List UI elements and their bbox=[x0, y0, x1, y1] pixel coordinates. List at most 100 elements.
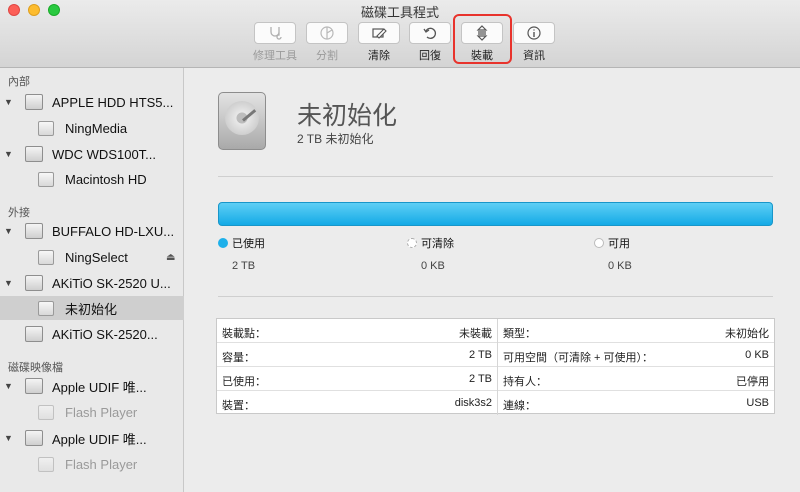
info-value: 0 KB bbox=[745, 349, 769, 361]
sidebar-item-volume[interactable]: Flash Player bbox=[0, 452, 184, 476]
sidebar-item-disk[interactable]: AKiTiO SK-2520... bbox=[0, 322, 184, 346]
info-icon[interactable] bbox=[513, 22, 555, 44]
legend-used-value: 2 TB bbox=[232, 260, 256, 272]
sidebar-item-volume[interactable]: Flash Player bbox=[0, 400, 184, 424]
info-label: 資訊 bbox=[523, 50, 545, 62]
sidebar-volume-label: NingSelect bbox=[65, 249, 128, 265]
volume-icon bbox=[38, 300, 54, 316]
legend-purgeable-label: 可清除 bbox=[421, 238, 454, 250]
info-value: 未初始化 bbox=[725, 328, 769, 340]
disclosure-triangle-icon[interactable]: ▼ bbox=[4, 226, 13, 236]
info-key: 已使用： bbox=[222, 376, 266, 388]
purgeable-dot-icon bbox=[407, 238, 417, 248]
sidebar-item-image[interactable]: ▼ Apple UDIF 唯... bbox=[0, 426, 184, 450]
info-value: USB bbox=[746, 397, 769, 409]
legend-free-label: 可用 bbox=[608, 238, 630, 250]
erase-label: 清除 bbox=[368, 50, 390, 62]
restore-tool[interactable]: 回復 bbox=[408, 22, 452, 63]
sidebar-item-volume[interactable]: NingSelect ⏏ bbox=[0, 245, 184, 269]
sidebar-item-selected-volume[interactable]: 未初始化 bbox=[0, 296, 184, 320]
restore-icon[interactable] bbox=[409, 22, 451, 44]
info-row: 容量： 2 TB bbox=[217, 343, 497, 367]
partition-icon[interactable] bbox=[306, 22, 348, 44]
partition-label: 分割 bbox=[316, 50, 338, 62]
info-value: disk3s2 bbox=[454, 397, 492, 409]
eject-icon[interactable]: ⏏ bbox=[166, 252, 175, 263]
info-tool[interactable]: 資訊 bbox=[512, 22, 556, 63]
info-row: 已使用： 2 TB bbox=[217, 367, 497, 391]
info-key: 可用空間（可清除 + 可使用）： bbox=[503, 352, 654, 364]
erase-icon[interactable] bbox=[358, 22, 400, 44]
legend-purgeable-value: 0 KB bbox=[421, 260, 445, 272]
info-key: 裝置： bbox=[222, 400, 255, 412]
sidebar-item-volume[interactable]: NingMedia bbox=[0, 116, 184, 140]
disclosure-triangle-icon[interactable]: ▼ bbox=[4, 149, 13, 159]
disk-image-icon bbox=[25, 430, 43, 446]
disclosure-triangle-icon[interactable]: ▼ bbox=[4, 278, 13, 288]
section-header-internal: 內部 bbox=[8, 76, 30, 88]
info-key: 連線： bbox=[503, 400, 536, 412]
disclosure-triangle-icon[interactable]: ▼ bbox=[4, 97, 13, 107]
disk-subtitle: 2 TB 未初始化 bbox=[297, 132, 374, 146]
sidebar-disk-label: APPLE HDD HTS5... bbox=[52, 94, 174, 110]
partition-tool[interactable]: 分割 bbox=[305, 22, 349, 63]
title-bar: 磁碟工具程式 修理工具 分割 清除 回復 裝載 資訊 bbox=[0, 0, 800, 68]
volume-icon bbox=[38, 456, 54, 472]
sidebar-item-disk[interactable]: ▼ WDC WDS100T... bbox=[0, 142, 184, 166]
info-value: 未裝載 bbox=[459, 328, 492, 340]
erase-tool[interactable]: 清除 bbox=[357, 22, 401, 63]
first-aid-tool[interactable]: 修理工具 bbox=[253, 22, 297, 63]
sidebar-disk-label: AKiTiO SK-2520... bbox=[52, 326, 158, 342]
info-row: 持有人： 已停用 bbox=[498, 367, 774, 391]
legend-purgeable: 可清除 0 KB bbox=[407, 234, 454, 272]
sidebar-item-disk[interactable]: ▼ AKiTiO SK-2520 U... bbox=[0, 271, 184, 295]
legend-used-label: 已使用 bbox=[232, 238, 265, 250]
sidebar-disk-label: AKiTiO SK-2520 U... bbox=[52, 275, 171, 291]
detail-pane: 未初始化 2 TB 未初始化 已使用 2 TB 可清除 0 KB 可用 0 KB… bbox=[185, 68, 800, 492]
info-value: 2 TB bbox=[468, 373, 492, 385]
hard-disk-large-icon bbox=[218, 92, 266, 150]
divider bbox=[218, 296, 773, 297]
info-row: 裝置： disk3s2 bbox=[217, 391, 497, 415]
free-dot-icon bbox=[594, 238, 604, 248]
external-disk-icon bbox=[25, 326, 43, 342]
info-left-column: 裝載點： 未裝載 容量： 2 TB 已使用： 2 TB 裝置： disk3s2 bbox=[217, 319, 497, 415]
info-row: 連線： USB bbox=[498, 391, 774, 415]
sidebar-item-volume[interactable]: Macintosh HD bbox=[0, 167, 184, 191]
disclosure-triangle-icon[interactable]: ▼ bbox=[4, 381, 13, 391]
info-value: 2 TB bbox=[468, 349, 492, 361]
sidebar-volume-label: Flash Player bbox=[65, 404, 138, 420]
first-aid-label: 修理工具 bbox=[253, 50, 297, 62]
sidebar-volume-label: 未初始化 bbox=[65, 301, 118, 317]
sidebar-volume-label: Flash Player bbox=[65, 456, 138, 472]
sidebar-disk-label: BUFFALO HD-LXU... bbox=[52, 223, 175, 239]
info-value: 已停用 bbox=[736, 376, 769, 388]
info-table: 裝載點： 未裝載 容量： 2 TB 已使用： 2 TB 裝置： disk3s2 類型： 未… bbox=[216, 318, 775, 415]
sidebar-volume-label: Macintosh HD bbox=[65, 171, 147, 187]
info-key: 容量： bbox=[222, 352, 255, 364]
restore-label: 回復 bbox=[419, 50, 441, 62]
sidebar-item-disk[interactable]: ▼ BUFFALO HD-LXU... bbox=[0, 219, 184, 243]
info-key: 持有人： bbox=[503, 376, 547, 388]
disk-title: 未初始化 bbox=[297, 102, 398, 130]
sidebar-disk-label: Apple UDIF 唯... bbox=[52, 431, 147, 447]
sidebar-disk-label: WDC WDS100T... bbox=[52, 146, 157, 162]
info-row: 可用空間（可清除 + 可使用）： 0 KB bbox=[498, 343, 774, 367]
volume-icon bbox=[38, 171, 54, 187]
section-header-external: 外接 bbox=[8, 207, 30, 219]
info-row: 類型： 未初始化 bbox=[498, 319, 774, 343]
legend-free-value: 0 KB bbox=[608, 260, 632, 272]
sidebar-item-disk[interactable]: ▼ APPLE HDD HTS5... bbox=[0, 90, 184, 114]
info-row: 裝載點： 未裝載 bbox=[217, 319, 497, 343]
usage-bar bbox=[218, 202, 773, 226]
disk-image-icon bbox=[25, 378, 43, 394]
info-key: 類型： bbox=[503, 328, 536, 340]
sidebar-item-image[interactable]: ▼ Apple UDIF 唯... bbox=[0, 374, 184, 398]
stethoscope-icon[interactable] bbox=[254, 22, 296, 44]
volume-icon bbox=[38, 120, 54, 136]
window-title: 磁碟工具程式 bbox=[360, 5, 439, 20]
disclosure-triangle-icon[interactable]: ▼ bbox=[4, 433, 13, 443]
mount-highlight-box bbox=[453, 14, 512, 64]
info-key: 裝載點： bbox=[222, 328, 266, 340]
section-header-images: 磁碟映像檔 bbox=[8, 362, 63, 374]
